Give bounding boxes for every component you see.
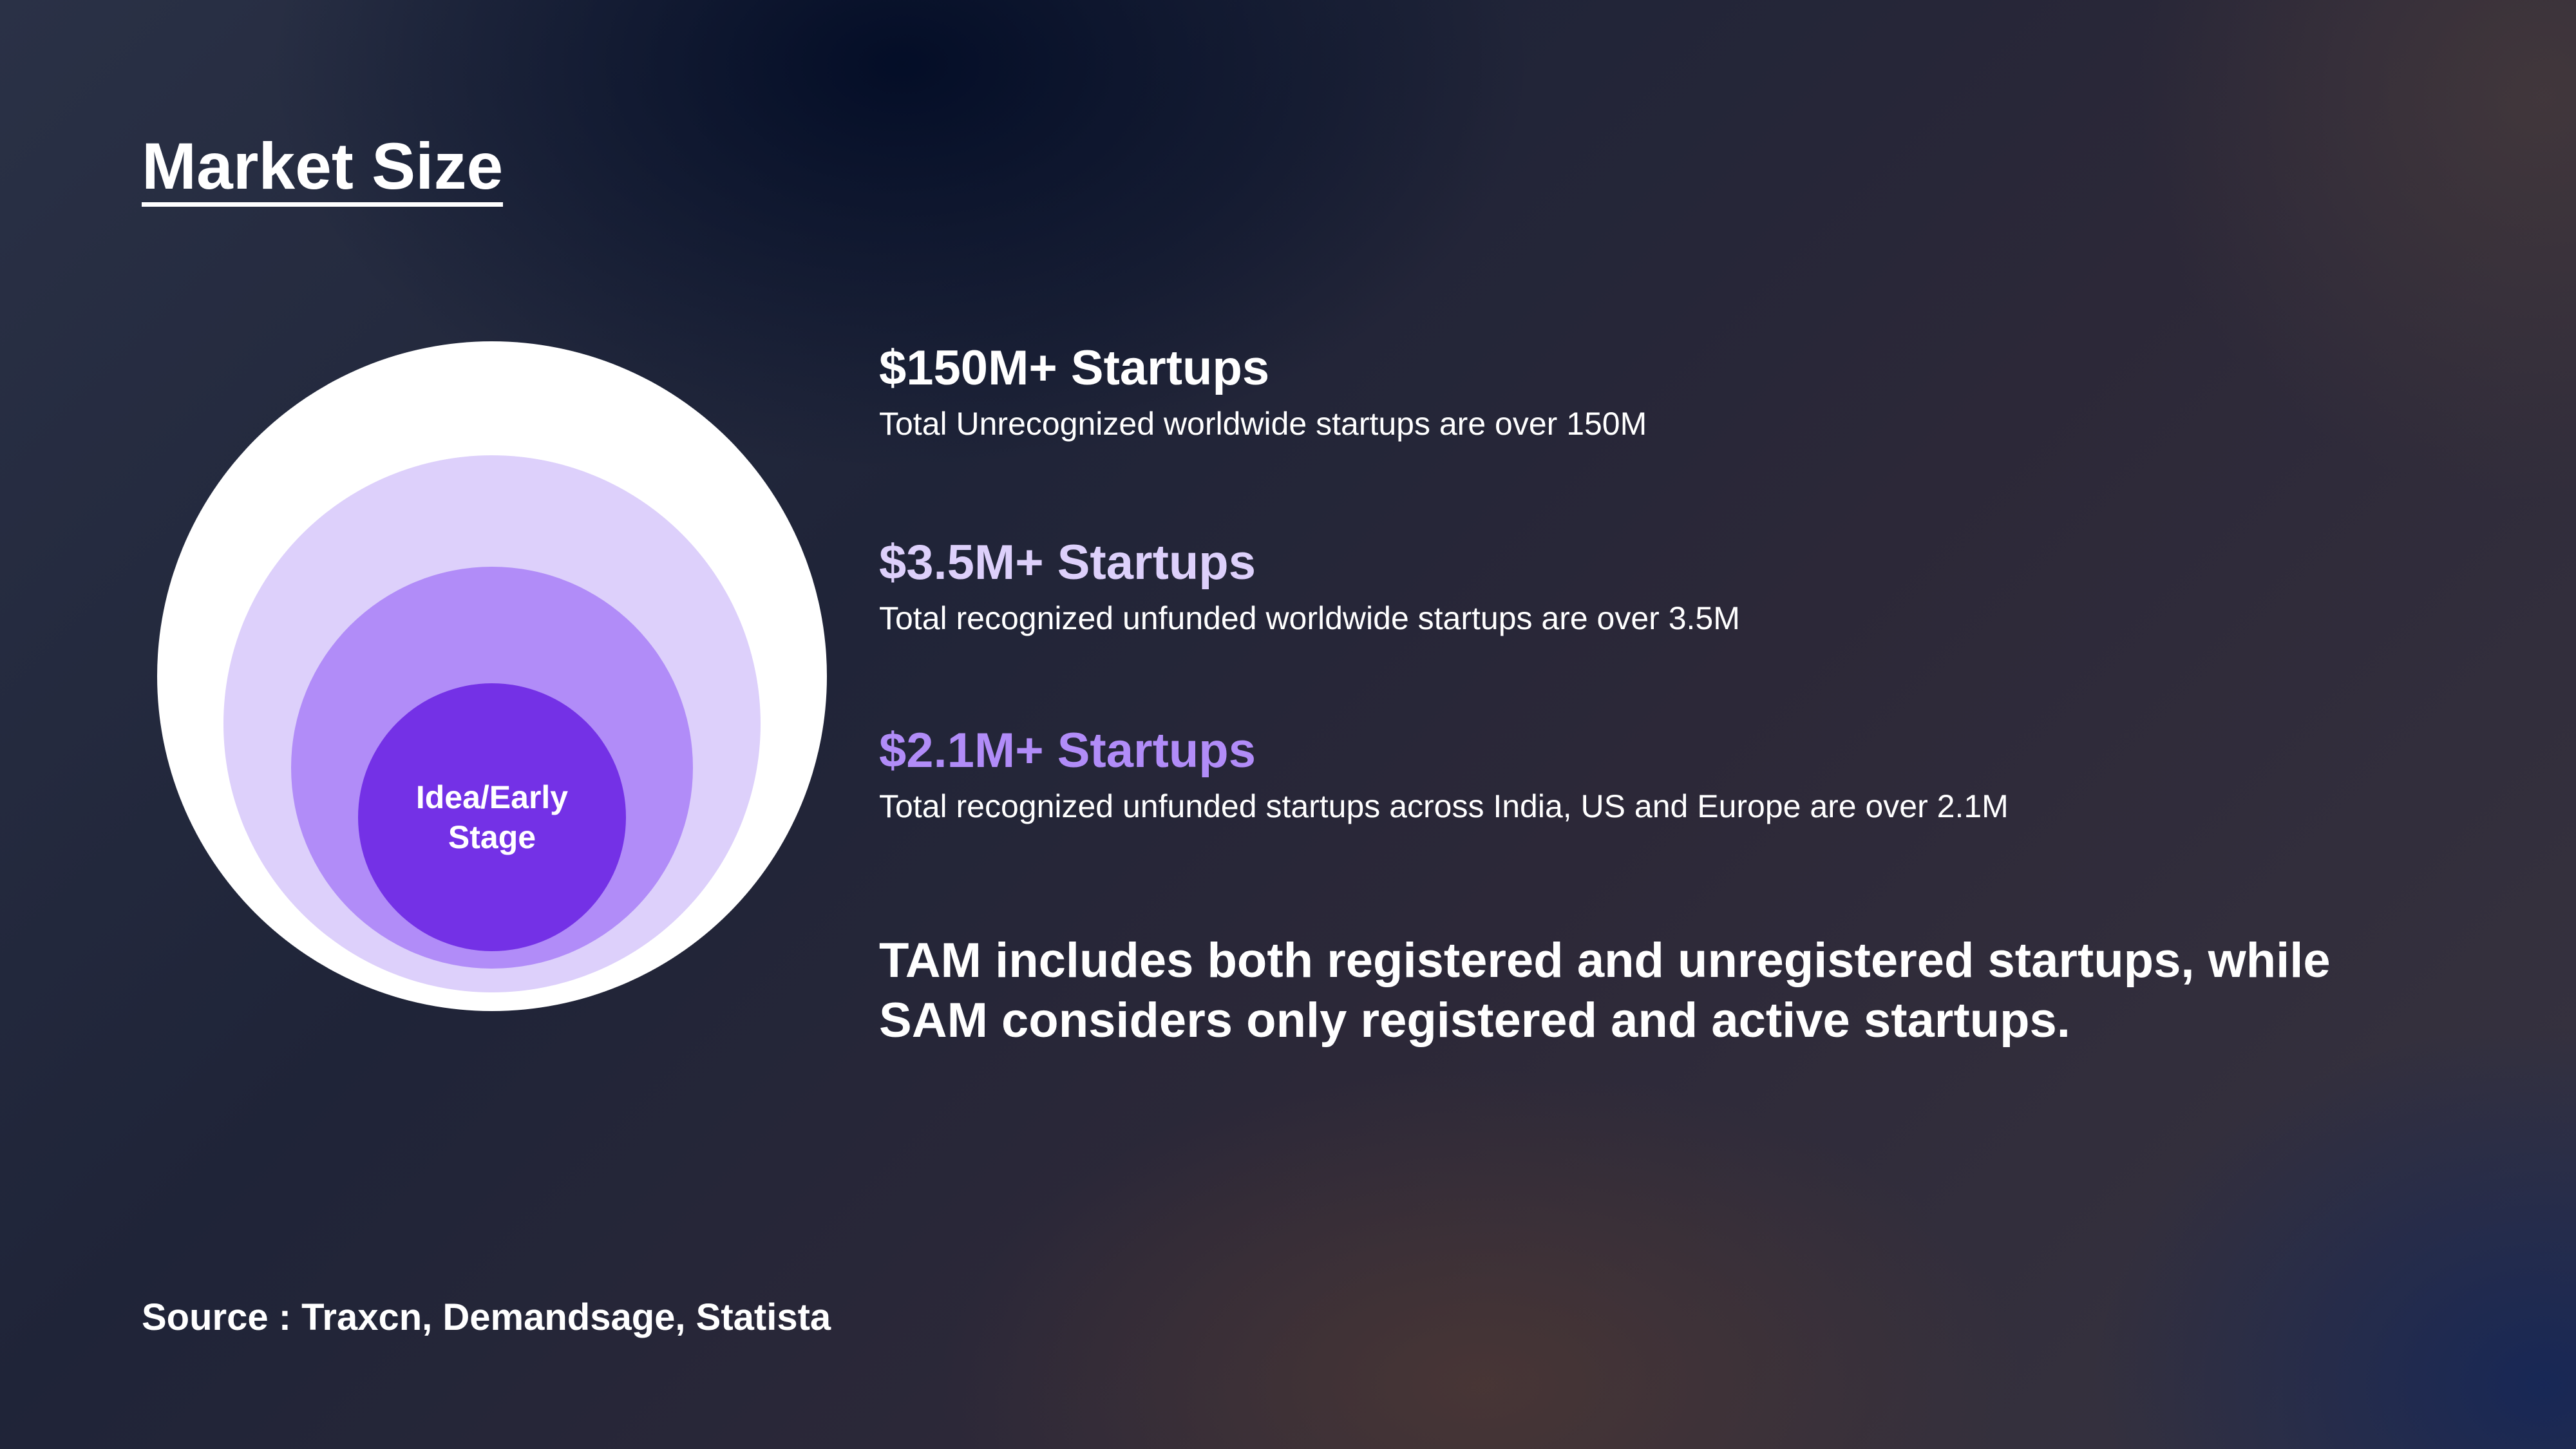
- market-item-description: Total recognized unfunded worldwide star…: [879, 600, 1740, 636]
- market-item-heading: $2.1M+ Startups: [879, 723, 1256, 778]
- market-item-sam: $3.5M+ Startups Total recognized unfunde…: [879, 536, 1740, 638]
- idea-stage-label: Idea/Early Stage: [415, 779, 569, 856]
- market-item-tam: $150M+ Startups Total Unrecognized world…: [879, 341, 1647, 443]
- source-note: Source : Traxcn, Demandsage, Statista: [142, 1296, 831, 1338]
- idea-stage-circle: Idea/Early Stage: [358, 683, 626, 951]
- summary-text: TAM includes both registered and unregis…: [879, 933, 2331, 1048]
- market-item-heading: $3.5M+ Startups: [879, 535, 1256, 590]
- market-item-som: $2.1M+ Startups Total recognized unfunde…: [879, 724, 2009, 826]
- market-item-heading: $150M+ Startups: [879, 341, 1270, 395]
- market-item-description: Total Unrecognized worldwide startups ar…: [879, 405, 1647, 442]
- market-item-description: Total recognized unfunded startups acros…: [879, 788, 2009, 824]
